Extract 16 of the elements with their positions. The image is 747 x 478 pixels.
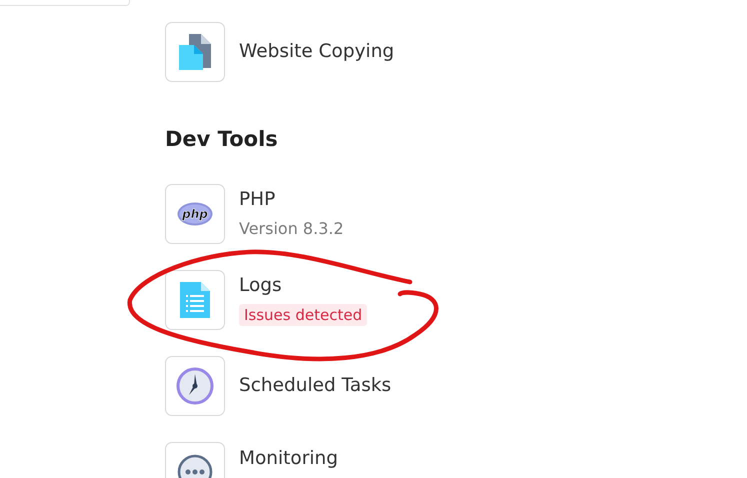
documents-icon (177, 33, 213, 71)
php-logo-text: php (182, 207, 208, 221)
tool-tile[interactable] (165, 356, 225, 416)
tool-title[interactable]: Scheduled Tasks (239, 374, 392, 398)
version-label: Version 8.3.2 (239, 218, 344, 240)
clock-icon (176, 367, 214, 405)
tool-title[interactable]: PHP (239, 188, 276, 212)
tool-title[interactable]: Logs (239, 274, 282, 298)
status-badge: Issues detected (239, 304, 368, 326)
tool-title[interactable]: Website Copying (239, 40, 394, 64)
tool-title[interactable]: Monitoring (239, 447, 338, 471)
section-heading: Dev Tools (165, 126, 279, 152)
tool-tile[interactable] (165, 22, 225, 82)
tool-tile[interactable] (165, 270, 225, 330)
document-icon (179, 281, 211, 319)
tool-tile[interactable]: php (165, 184, 225, 244)
